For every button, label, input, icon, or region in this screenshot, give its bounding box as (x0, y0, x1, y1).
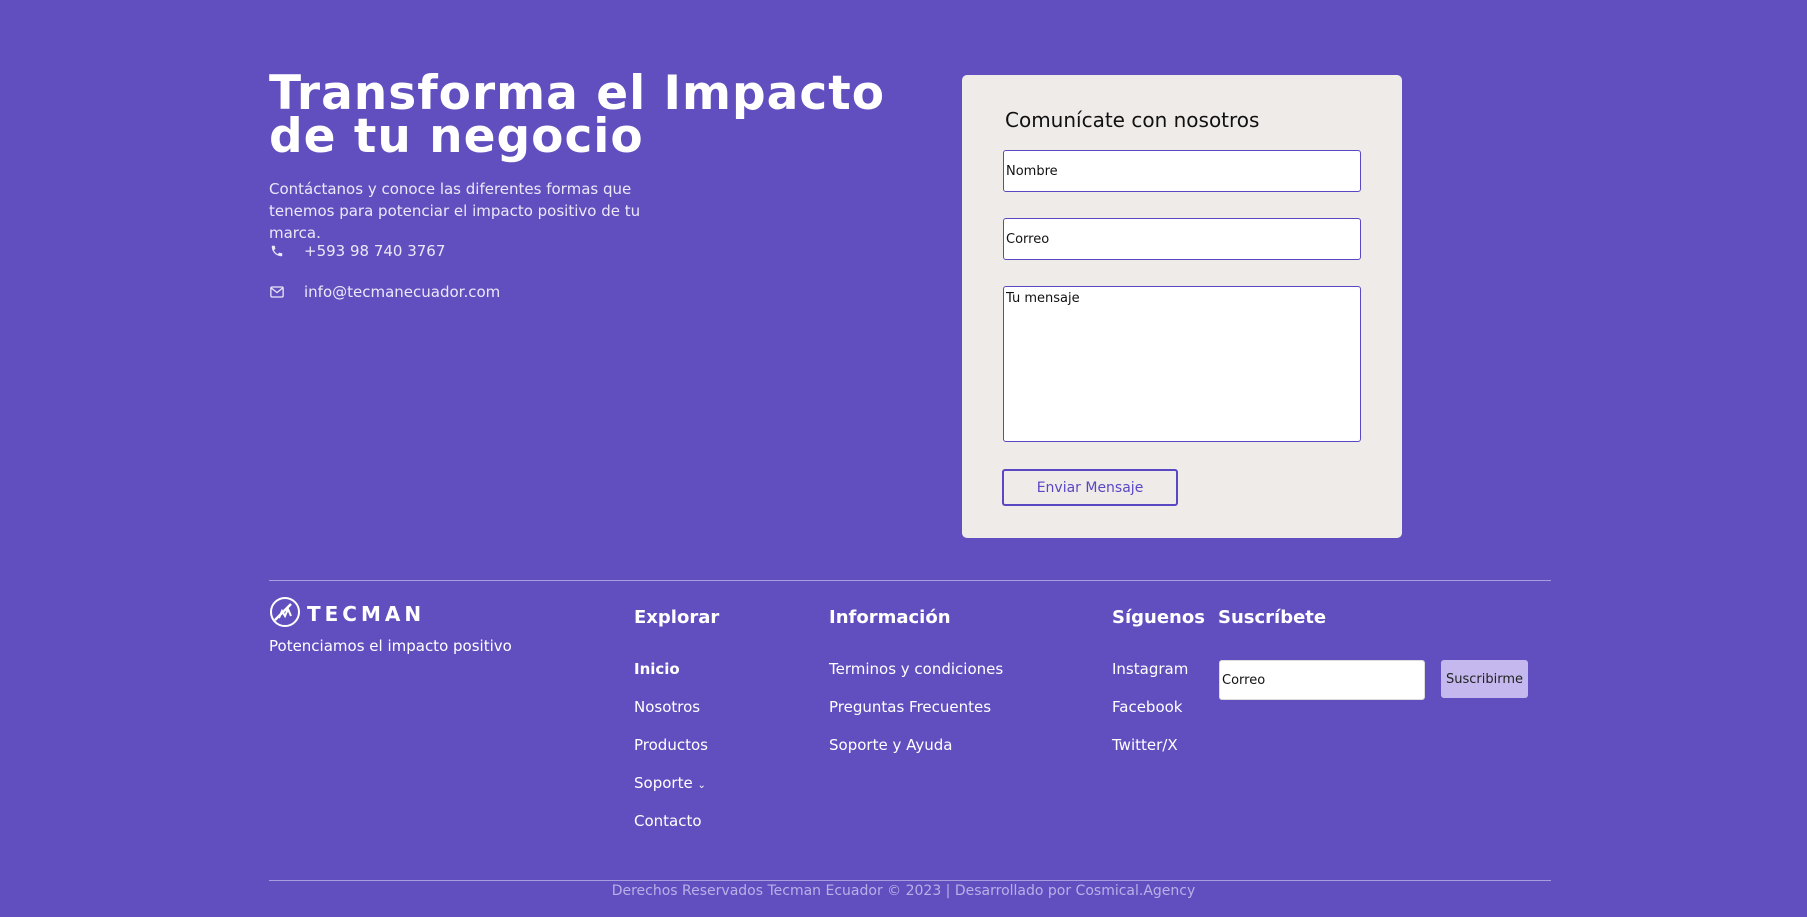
subscribe-email-input[interactable] (1219, 660, 1425, 700)
chevron-down-icon: ⌄ (697, 780, 706, 791)
footer-logo[interactable]: TECMAN (269, 596, 425, 632)
tecman-logo-icon (269, 596, 301, 632)
footer-explore-column: Explorar Inicio Nosotros Productos Sopor… (634, 607, 719, 832)
footer-link-soporte[interactable]: Soporte ⌄ (634, 773, 719, 794)
footer-link-facebook[interactable]: Facebook (1112, 697, 1205, 718)
footer-link-soporte-ayuda[interactable]: Soporte y Ayuda (829, 735, 1003, 756)
footer-info-column: Información Terminos y condiciones Pregu… (829, 607, 1003, 756)
contact-phone[interactable]: +593 98 740 3767 (269, 242, 445, 260)
footer-link-soporte-label: Soporte (634, 774, 693, 792)
footer-link-twitter[interactable]: Twitter/X (1112, 735, 1205, 756)
phone-icon (269, 244, 284, 259)
footer-divider-top (269, 580, 1551, 581)
name-field[interactable] (1003, 150, 1361, 192)
contact-phone-text: +593 98 740 3767 (304, 242, 446, 260)
envelope-icon (269, 285, 284, 300)
hero-description: Contáctanos y conoce las diferentes form… (269, 180, 641, 242)
hero-title-line2: de tu negocio (269, 109, 644, 164)
explore-title: Explorar (634, 607, 720, 628)
subscribe-title: Suscríbete (1218, 607, 1327, 628)
contact-email[interactable]: info@tecmanecuador.com (269, 283, 500, 301)
footer-link-contacto[interactable]: Contacto (634, 811, 719, 832)
footer-link-terminos[interactable]: Terminos y condiciones (829, 659, 1003, 680)
footer-divider-bottom (269, 880, 1551, 881)
brand-name: TECMAN (307, 602, 426, 626)
info-title: Información (829, 607, 951, 628)
contact-form-card: Comunícate con nosotros Enviar Mensaje (962, 75, 1402, 538)
footer-link-nosotros[interactable]: Nosotros (634, 697, 719, 718)
brand-tagline: Potenciamos el impacto positivo (269, 637, 512, 655)
message-field[interactable] (1003, 286, 1361, 442)
footer-link-productos[interactable]: Productos (634, 735, 719, 756)
send-message-button[interactable]: Enviar Mensaje (1002, 469, 1178, 506)
subscribe-button[interactable]: Suscribirme (1441, 660, 1528, 698)
footer-link-instagram[interactable]: Instagram (1112, 659, 1205, 680)
social-title: Síguenos (1112, 607, 1205, 628)
footer-link-inicio[interactable]: Inicio (634, 659, 719, 680)
email-field[interactable] (1003, 218, 1361, 260)
form-title: Comunícate con nosotros (1005, 108, 1260, 132)
footer-subscribe-column: Suscríbete (1218, 607, 1326, 631)
hero-title: Transforma el Impacto de tu negocio (269, 70, 909, 160)
copyright-text: Derechos Reservados Tecman Ecuador © 202… (611, 883, 1196, 899)
footer-social-column: Síguenos Instagram Facebook Twitter/X (1112, 607, 1205, 756)
contact-email-text: info@tecmanecuador.com (304, 283, 501, 301)
footer-link-faq[interactable]: Preguntas Frecuentes (829, 697, 1003, 718)
